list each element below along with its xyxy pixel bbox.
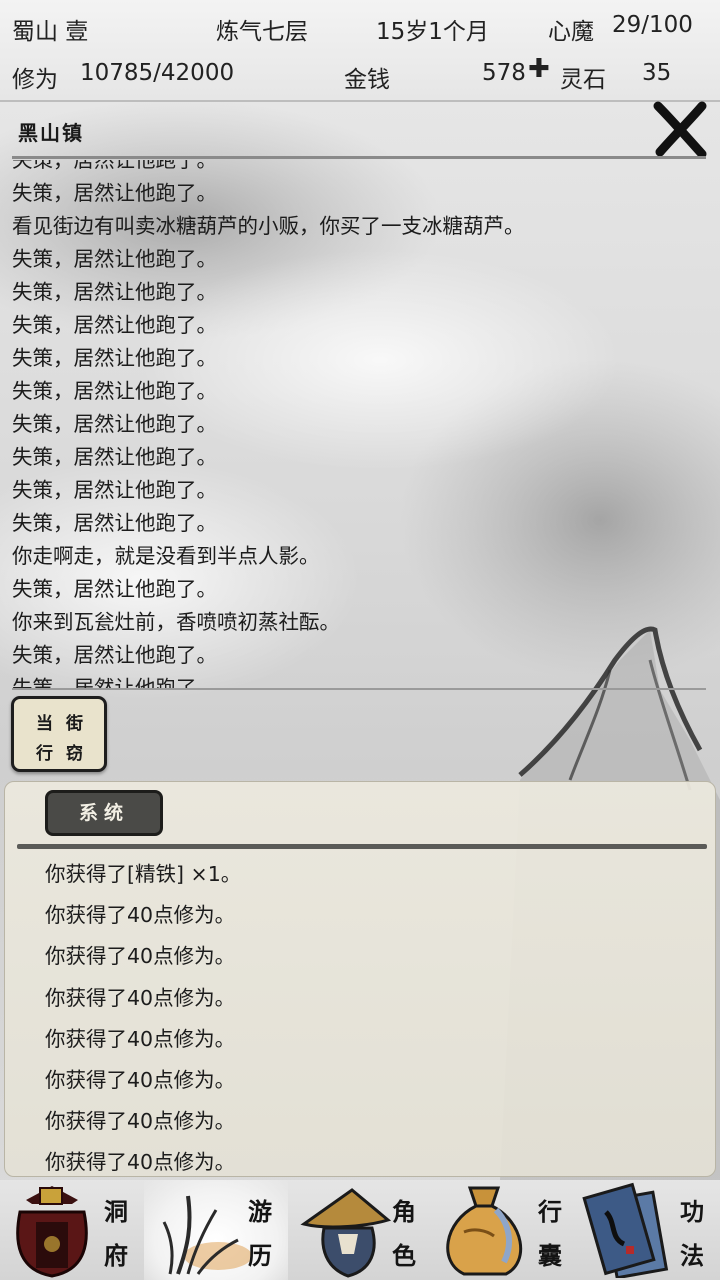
action-char: 窃 [66, 744, 83, 764]
system-message-list[interactable]: 你获得了[精铁] ×1。 你获得了40点修为。 你获得了40点修为。 你获得了40点修… [45, 854, 242, 1176]
travel-reeds-icon [162, 1195, 252, 1275]
cultivation-value: 10785/42000 [80, 60, 235, 86]
action-char: 当 [36, 714, 53, 734]
money-label: 金钱 [344, 67, 390, 93]
nav-label: 府 [104, 1241, 128, 1270]
log-line: 失策，居然让他跑了。 [12, 346, 217, 370]
nav-techniques[interactable]: 功 法 [576, 1180, 720, 1280]
action-char: 行 [36, 744, 53, 764]
log-line: 失策，居然让他跑了。 [12, 247, 217, 271]
nav-travel[interactable]: 游 历 [144, 1180, 288, 1280]
log-line: 失策，居然让他跑了。 [12, 181, 217, 205]
system-message: 你获得了[精铁] ×1。 [45, 862, 242, 886]
system-divider [17, 844, 707, 849]
system-message: 你获得了40点修为。 [45, 1150, 236, 1175]
log-line: 失策，居然让他跑了。 [12, 160, 217, 172]
age-label: 15岁1个月 [376, 19, 489, 45]
heart-demon-label: 心魔 [548, 19, 594, 45]
realm-label: 炼气七层 [216, 19, 308, 45]
nav-label: 洞 [104, 1197, 128, 1226]
nav-inventory[interactable]: 行 囊 [432, 1180, 576, 1280]
log-line: 失策，居然让他跑了。 [12, 445, 217, 469]
spirit-stone-value: 35 [642, 60, 672, 86]
nav-label: 功 [680, 1197, 704, 1226]
nav-label: 历 [248, 1241, 272, 1270]
action-char: 街 [66, 714, 83, 734]
log-bottom-divider [12, 688, 706, 690]
system-message-panel: 系统 你获得了[精铁] ×1。 你获得了40点修为。 你获得了40点修为。 你获得了4… [4, 781, 716, 1177]
story-log[interactable]: 失策，居然让他跑了。 失策，居然让他跑了。 看见街边有叫卖冰糖葫芦的小贩，你买了一支… [12, 160, 706, 688]
bag-icon [446, 1186, 523, 1276]
cave-dwelling-icon [16, 1186, 88, 1278]
system-message: 你获得了40点修为。 [45, 903, 236, 928]
log-line: 失策，居然让他跑了。 [12, 676, 217, 688]
close-x-icon[interactable] [652, 100, 708, 159]
log-line: 失策，居然让他跑了。 [12, 643, 217, 667]
system-message: 你获得了40点修为。 [45, 944, 236, 969]
straw-hat-character-icon [300, 1188, 392, 1278]
system-message: 你获得了40点修为。 [45, 1067, 236, 1092]
log-top-divider [12, 156, 706, 159]
log-line: 你来到瓦瓮灶前，香喷喷初蒸社酝。 [12, 610, 340, 634]
nav-label: 囊 [538, 1241, 562, 1270]
pickpocket-button[interactable]: 当 街 行 窃 [11, 696, 107, 772]
log-line: 失策，居然让他跑了。 [12, 577, 217, 601]
location-name: 黑山镇 [18, 121, 84, 145]
sect-label: 蜀山 壹 [12, 19, 89, 45]
nav-label: 色 [392, 1241, 416, 1270]
log-line: 失策，居然让他跑了。 [12, 511, 217, 535]
nav-cave-dwelling[interactable]: 洞 府 [0, 1180, 144, 1280]
log-line: 失策，居然让他跑了。 [12, 379, 217, 403]
system-message: 你获得了40点修为。 [45, 985, 236, 1010]
log-line: 你走啊走，就是没看到半点人影。 [12, 544, 320, 568]
scroll-books-icon [582, 1182, 669, 1278]
cultivation-label: 修为 [12, 67, 58, 93]
status-header: 蜀山 壹 炼气七层 15岁1个月 心魔 29/100 修为 10785/4200… [0, 0, 720, 102]
nav-character[interactable]: 角 色 [288, 1180, 432, 1280]
system-message: 你获得了40点修为。 [45, 1109, 236, 1134]
spirit-stone-label: 灵石 [560, 67, 606, 93]
nav-label: 行 [538, 1197, 562, 1226]
log-line: 失策，居然让他跑了。 [12, 412, 217, 436]
bottom-navigation: 洞 府 游 历 角 色 行 囊 功 法 [0, 1180, 720, 1280]
system-message: 你获得了40点修为。 [45, 1026, 236, 1051]
log-line: 失策，居然让他跑了。 [12, 478, 217, 502]
nav-label: 法 [680, 1241, 704, 1270]
log-line: 看见街边有叫卖冰糖葫芦的小贩，你买了一支冰糖葫芦。 [12, 214, 525, 238]
log-line: 失策，居然让他跑了。 [12, 313, 217, 337]
plus-icon[interactable]: ✚ [528, 56, 550, 83]
nav-label: 游 [248, 1197, 272, 1226]
log-line: 失策，居然让他跑了。 [12, 280, 217, 304]
money-value: 578 [482, 60, 526, 86]
heart-demon-value: 29/100 [612, 12, 693, 38]
nav-label: 角 [392, 1197, 416, 1226]
system-tab[interactable]: 系统 [45, 790, 163, 836]
location-bar: 黑山镇 [0, 103, 720, 155]
